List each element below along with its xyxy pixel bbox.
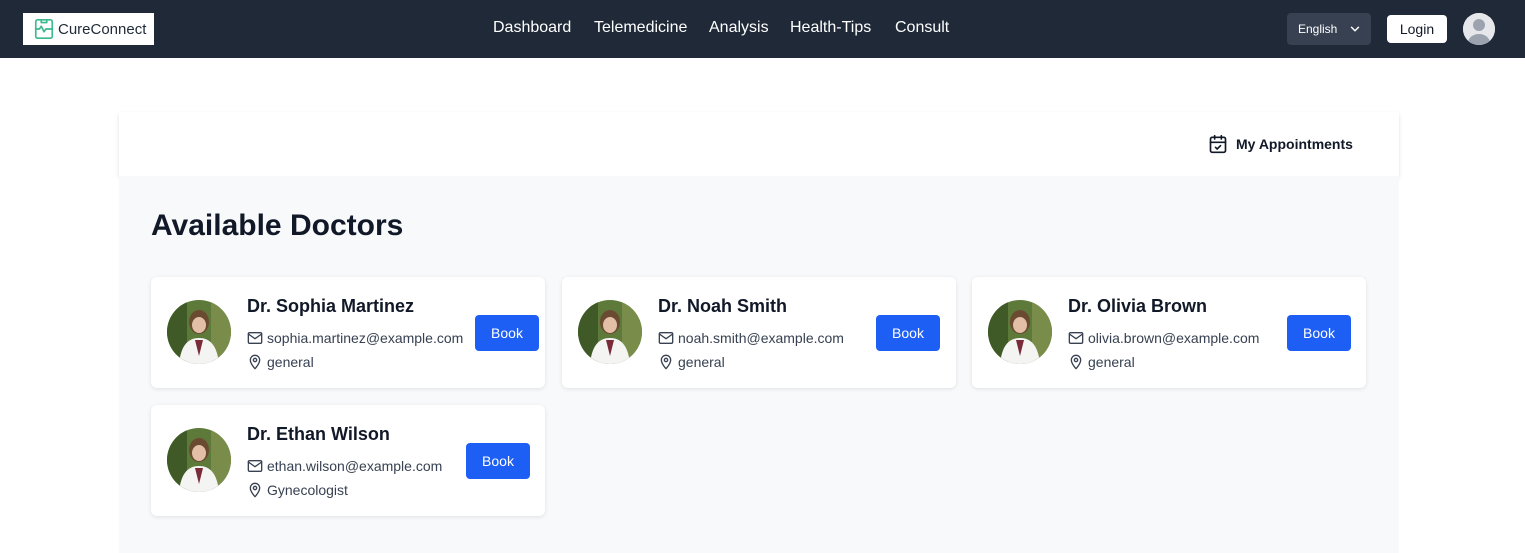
mail-icon (247, 332, 263, 344)
nav-consult[interactable]: Consult (895, 19, 949, 37)
doctor-photo (167, 300, 231, 364)
login-button[interactable]: Login (1387, 15, 1447, 43)
doctor-photo (167, 428, 231, 492)
map-pin-icon (1070, 354, 1082, 370)
chevron-down-icon (1350, 26, 1360, 32)
nav-analysis[interactable]: Analysis (709, 19, 769, 37)
user-avatar-icon (1463, 13, 1495, 45)
doctor-specialty-text: general (1088, 354, 1135, 370)
top-navbar: CureConnect Dashboard Telemedicine Analy… (0, 0, 1525, 58)
map-pin-icon (249, 482, 261, 498)
my-appointments-label: My Appointments (1236, 136, 1353, 152)
doctor-name: Dr. Olivia Brown (1068, 296, 1208, 316)
doctor-card: Dr. Ethan Wilson ethan.wilson@example.co… (151, 405, 545, 516)
nav-health-tips[interactable]: Health-Tips (790, 19, 871, 37)
doctor-email: olivia.brown@example.com (1068, 330, 1259, 346)
brand-name: CureConnect (58, 20, 147, 38)
doctor-card: Dr. Noah Smith noah.smith@example.com ge… (562, 277, 956, 388)
my-appointments-button[interactable]: My Appointments (1208, 134, 1353, 154)
doctor-specialty-text: general (267, 354, 314, 370)
heart-monitor-icon (34, 19, 54, 39)
calendar-check-icon (1209, 134, 1227, 154)
doctor-specialty: general (247, 354, 314, 370)
doctor-email-text: ethan.wilson@example.com (267, 458, 443, 474)
book-button[interactable]: Book (466, 443, 530, 479)
doctor-email-text: noah.smith@example.com (678, 330, 844, 346)
doctor-specialty: general (658, 354, 725, 370)
doctor-name: Dr. Ethan Wilson (247, 424, 390, 444)
user-avatar[interactable] (1463, 13, 1495, 45)
map-pin-icon (249, 354, 261, 370)
book-button[interactable]: Book (475, 315, 539, 351)
brand-logo[interactable]: CureConnect (23, 13, 154, 45)
nav-telemedicine[interactable]: Telemedicine (594, 19, 687, 37)
doctor-card: Dr. Olivia Brown olivia.brown@example.co… (972, 277, 1366, 388)
book-button[interactable]: Book (876, 315, 940, 351)
doctor-photo (988, 300, 1052, 364)
book-button[interactable]: Book (1287, 315, 1351, 351)
doctor-specialty: general (1068, 354, 1135, 370)
doctor-email: ethan.wilson@example.com (247, 458, 442, 474)
nav-dashboard[interactable]: Dashboard (493, 19, 571, 37)
doctor-photo (578, 300, 642, 364)
mail-icon (1068, 332, 1084, 344)
doctor-email-text: sophia.martinez@example.com (267, 330, 464, 346)
mail-icon (658, 332, 674, 344)
language-selected-value: English (1298, 22, 1338, 36)
mail-icon (247, 460, 263, 472)
doctor-specialty-text: general (678, 354, 725, 370)
appointments-header (119, 112, 1399, 176)
doctor-specialty-text: Gynecologist (267, 482, 348, 498)
doctor-email-text: olivia.brown@example.com (1088, 330, 1260, 346)
doctor-name: Dr. Sophia Martinez (247, 296, 415, 316)
language-select[interactable]: English (1287, 13, 1371, 45)
doctor-email: noah.smith@example.com (658, 330, 844, 346)
doctor-specialty: Gynecologist (247, 482, 348, 498)
doctor-name: Dr. Noah Smith (658, 296, 788, 316)
map-pin-icon (660, 354, 672, 370)
doctor-email: sophia.martinez@example.com (247, 330, 463, 346)
page-title: Available Doctors (151, 209, 404, 242)
doctor-card: Dr. Sophia Martinez sophia.martinez@exam… (151, 277, 545, 388)
